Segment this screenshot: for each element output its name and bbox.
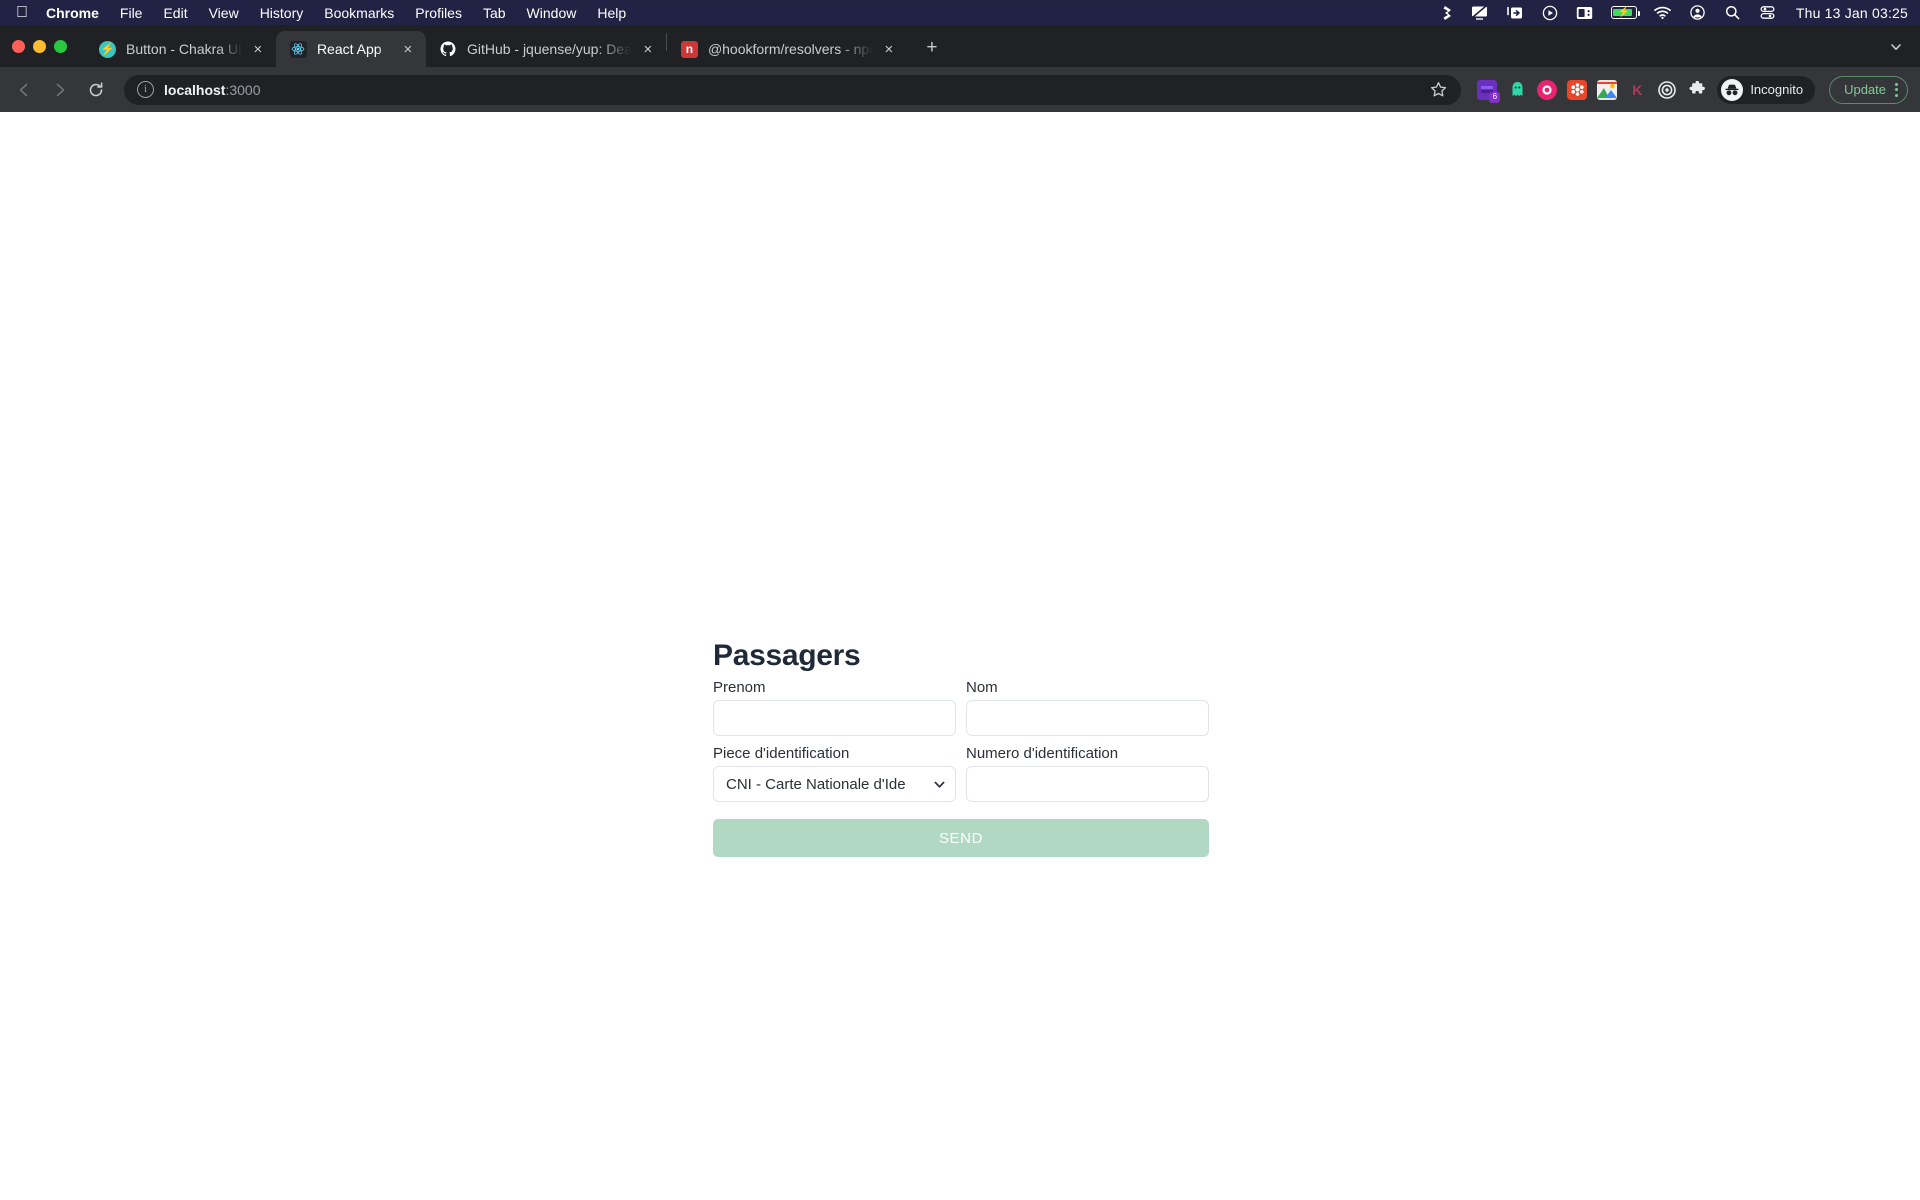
menu-item-file[interactable]: File — [120, 5, 143, 21]
form-row-names: Prenom Nom — [713, 679, 1209, 736]
tab-button-chakra-ui[interactable]: ⚡ Button - Chakra UI × — [85, 31, 276, 67]
address-bar-url: localhost:3000 — [164, 82, 261, 98]
tab-strip: ⚡ Button - Chakra UI × React App × GitHu… — [0, 25, 1920, 67]
update-label: Update — [1844, 82, 1886, 97]
address-bar[interactable]: i localhost:3000 — [124, 74, 1462, 105]
adblock-extension-icon[interactable] — [1537, 79, 1558, 100]
tab-list: ⚡ Button - Chakra UI × React App × GitHu… — [85, 25, 947, 67]
field-label-numero-identification: Numero d'identification — [966, 745, 1119, 762]
numero-identification-input[interactable] — [966, 766, 1209, 802]
user-account-icon[interactable] — [1689, 5, 1707, 21]
form-row-identification: Piece d'identification CNI - Carte Natio… — [713, 745, 1209, 802]
display-icon[interactable] — [1471, 5, 1489, 21]
tab-close-button[interactable]: × — [248, 39, 268, 59]
menu-item-window[interactable]: Window — [527, 5, 577, 21]
address-bar-port: :3000 — [225, 81, 261, 98]
back-arrow-icon[interactable] — [8, 74, 40, 106]
target-extension-icon[interactable] — [1657, 80, 1677, 100]
piece-identification-select[interactable]: CNI - Carte Nationale d'Ide — [713, 766, 956, 802]
wifi-icon[interactable] — [1654, 5, 1672, 21]
extensions-tray: 6 K — [1473, 79, 1707, 103]
update-button[interactable]: Update — [1829, 75, 1908, 104]
tab-close-button[interactable]: × — [398, 39, 418, 59]
screen-share-icon[interactable] — [1506, 5, 1524, 21]
apple-logo-icon[interactable]:  — [16, 4, 28, 21]
menu-item-profiles[interactable]: Profiles — [415, 5, 462, 21]
play-circle-icon[interactable] — [1541, 5, 1559, 21]
field-prenom: Prenom — [713, 679, 956, 736]
tab-button-react-app[interactable]: React App × — [275, 31, 426, 67]
row-spacer — [713, 736, 1209, 745]
field-label-prenom: Prenom — [713, 679, 766, 696]
calendar-icon[interactable] — [1576, 5, 1594, 21]
piece-identification-selected-value: CNI - Carte Nationale d'Ide — [726, 775, 906, 793]
maximize-window-button[interactable] — [54, 39, 67, 53]
field-piece-identification: Piece d'identification CNI - Carte Natio… — [713, 745, 956, 802]
passenger-form: Passagers Prenom Nom Piece d'identificat… — [713, 639, 1209, 857]
chevron-down-icon[interactable] — [1884, 35, 1908, 59]
control-center-icon[interactable] — [1759, 5, 1777, 21]
menu-item-bookmarks[interactable]: Bookmarks — [324, 5, 394, 21]
tab-close-button[interactable]: × — [638, 39, 658, 59]
menu-item-view[interactable]: View — [209, 5, 239, 21]
battery-charging-bolt-icon: ⚡ — [1617, 6, 1631, 18]
dropbox-icon[interactable] — [1436, 5, 1454, 21]
chevron-down-icon — [932, 777, 947, 792]
menu-item-edit[interactable]: Edit — [163, 5, 187, 21]
github-icon — [440, 41, 457, 58]
browser-toolbar: i localhost:3000 6 K Incognito Update — [0, 67, 1920, 112]
field-nom: Nom — [966, 679, 1209, 736]
menu-bar-items: Chrome File Edit View History Bookmarks … — [46, 5, 626, 21]
page-viewport: Passagers Prenom Nom Piece d'identificat… — [0, 112, 1920, 1200]
field-label-piece-identification: Piece d'identification — [713, 745, 850, 762]
menu-item-help[interactable]: Help — [597, 5, 626, 21]
prenom-input[interactable] — [713, 700, 956, 736]
tab-close-button[interactable]: × — [879, 39, 899, 59]
incognito-icon — [1721, 78, 1744, 101]
search-icon[interactable] — [1724, 5, 1742, 21]
kebab-menu-icon[interactable] — [1892, 82, 1901, 97]
window-controls — [12, 25, 85, 67]
menu-bar-status-area: ⚡ Thu 13 Jan 03:25 — [1436, 5, 1908, 21]
tab-title: Button - Chakra UI — [126, 41, 242, 57]
send-button[interactable]: SEND — [713, 819, 1209, 857]
tab-title: @hookform/resolvers - npm — [707, 41, 873, 57]
address-bar-host: localhost — [164, 81, 226, 98]
battery-icon[interactable]: ⚡ — [1610, 6, 1640, 19]
info-circle-icon[interactable]: i — [137, 81, 154, 98]
menu-item-history[interactable]: History — [260, 5, 304, 21]
books-extension-icon[interactable]: 6 — [1477, 79, 1501, 103]
chakra-ui-icon: ⚡ — [99, 40, 116, 58]
tab-title: React App — [316, 41, 382, 57]
menu-bar-clock[interactable]: Thu 13 Jan 03:25 — [1796, 5, 1908, 21]
screenshot-extension-icon[interactable] — [1597, 79, 1618, 100]
tab-title: GitHub - jquense/yup: Dead si — [466, 41, 632, 57]
tab-button-github[interactable]: GitHub - jquense/yup: Dead si × — [426, 31, 666, 67]
profile-incognito-button[interactable]: Incognito — [1717, 75, 1816, 104]
extension-badge-count: 6 — [1489, 91, 1501, 103]
field-label-nom: Nom — [966, 679, 998, 696]
forward-arrow-icon[interactable] — [44, 74, 76, 106]
menu-item-tab[interactable]: Tab — [483, 5, 506, 21]
profile-label: Incognito — [1750, 82, 1804, 97]
npm-icon: n — [680, 40, 698, 58]
minimize-window-button[interactable] — [33, 39, 46, 53]
page-title: Passagers — [713, 639, 861, 672]
macos-menu-bar:  Chrome File Edit View History Bookmark… — [0, 0, 1920, 25]
close-window-button[interactable] — [12, 39, 25, 53]
extensions-puzzle-icon[interactable] — [1687, 80, 1707, 100]
menu-item-chrome[interactable]: Chrome — [46, 5, 99, 21]
chrome-browser-window: ⚡ Button - Chakra UI × React App × GitHu… — [0, 25, 1920, 1200]
star-icon[interactable] — [1427, 79, 1449, 101]
react-icon — [289, 40, 307, 58]
reload-icon[interactable] — [80, 74, 112, 106]
kami-extension-icon[interactable]: K — [1627, 80, 1647, 100]
new-tab-button[interactable]: + — [917, 33, 947, 63]
tab-button-npm-hookform-resolvers[interactable]: n @hookform/resolvers - npm × — [667, 31, 907, 67]
nom-input[interactable] — [966, 700, 1209, 736]
ghostery-extension-icon[interactable] — [1507, 80, 1527, 100]
honey-extension-icon[interactable] — [1567, 79, 1588, 100]
field-numero-identification: Numero d'identification — [966, 745, 1209, 802]
